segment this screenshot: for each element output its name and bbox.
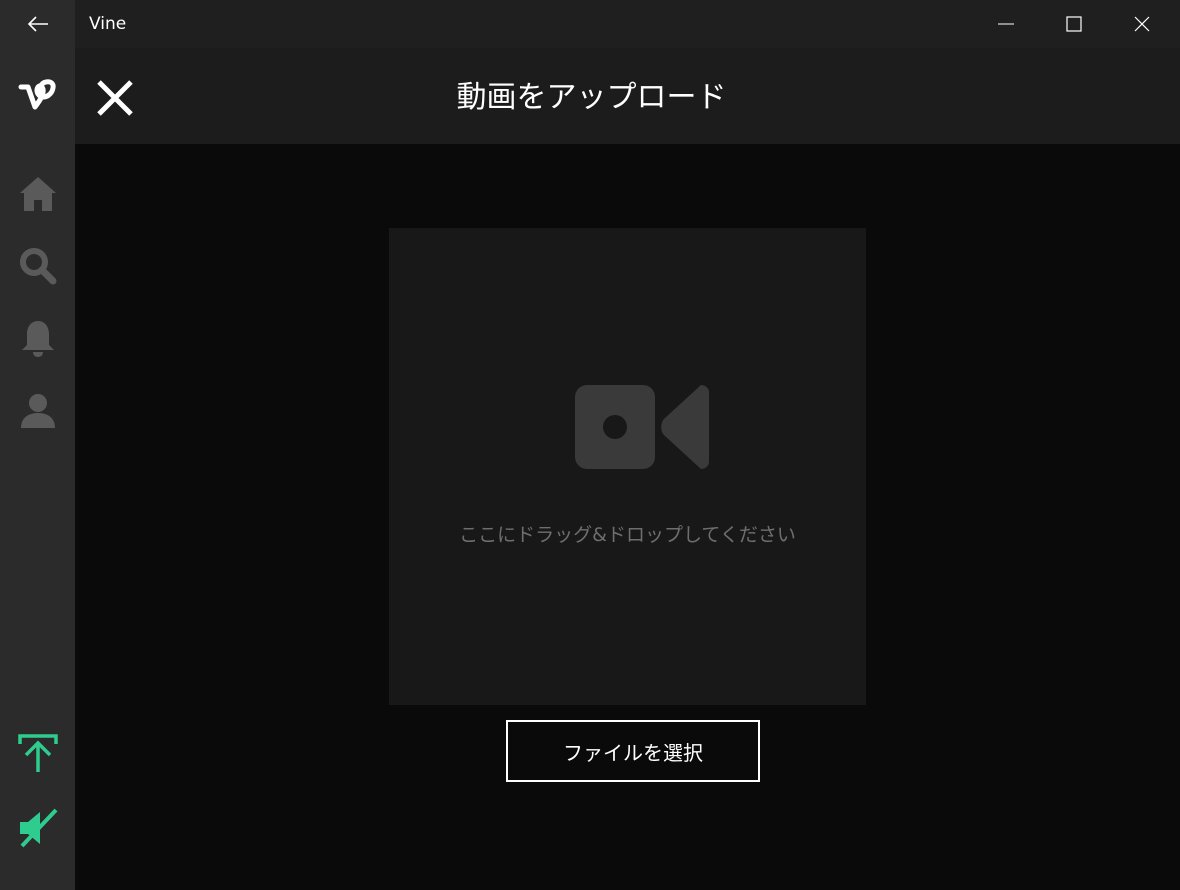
back-arrow-icon — [27, 16, 48, 32]
sidebar-item-notifications[interactable] — [0, 318, 75, 358]
sidebar-item-upload[interactable] — [0, 734, 75, 774]
minimize-icon — [998, 23, 1014, 25]
title-bar: Vine — [0, 0, 1180, 48]
sidebar-item-mute[interactable] — [0, 808, 75, 848]
close-icon — [97, 80, 133, 116]
video-camera-icon — [575, 385, 709, 469]
sidebar-item-profile[interactable] — [0, 390, 75, 430]
page-title: 動画をアップロード — [0, 48, 1180, 148]
maximize-icon — [1066, 16, 1082, 32]
page-title-text: 動画をアップロード — [456, 80, 727, 115]
minimize-button[interactable] — [972, 0, 1040, 48]
close-icon — [1134, 16, 1150, 32]
bell-icon — [21, 321, 54, 357]
window-close-button[interactable] — [1108, 0, 1176, 48]
mute-icon — [19, 808, 57, 848]
sidebar-item-home[interactable] — [0, 174, 75, 214]
select-file-button[interactable]: ファイルを選択 — [506, 720, 760, 782]
maximize-button[interactable] — [1040, 0, 1108, 48]
drop-hint: ここにドラッグ&ドロップしてください — [459, 524, 796, 546]
upload-icon — [17, 734, 58, 772]
sidebar — [0, 48, 75, 890]
close-upload-button[interactable] — [95, 78, 135, 118]
page-header: 動画をアップロード — [75, 48, 1180, 144]
drop-zone[interactable]: ここにドラッグ&ドロップしてください — [389, 228, 866, 705]
vine-logo[interactable] — [0, 78, 75, 118]
home-icon — [19, 177, 56, 211]
sidebar-item-search[interactable] — [0, 246, 75, 286]
window-title: Vine — [89, 14, 127, 34]
search-icon — [19, 248, 56, 285]
vine-logo-icon — [18, 79, 56, 110]
user-icon — [20, 394, 55, 428]
back-button[interactable] — [0, 0, 75, 48]
